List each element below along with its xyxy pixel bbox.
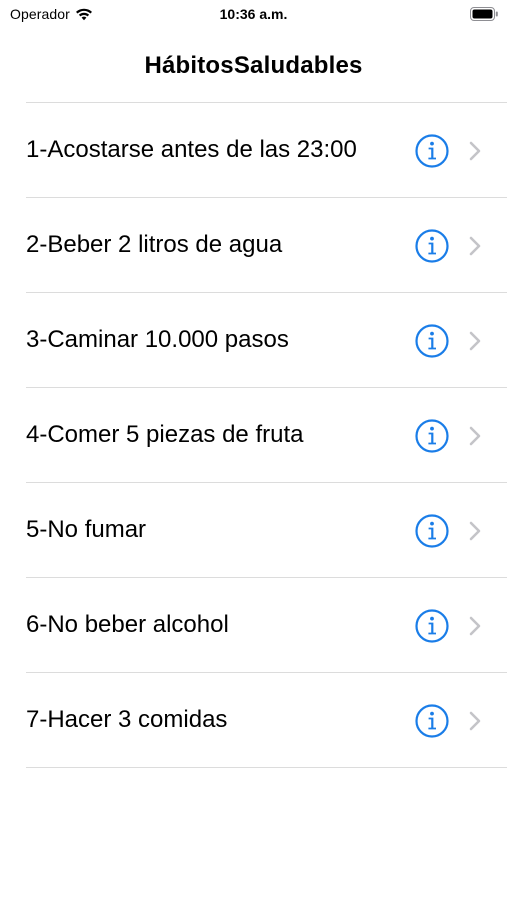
info-icon[interactable]: [415, 324, 449, 358]
info-icon[interactable]: [415, 419, 449, 453]
list-item[interactable]: 6-No beber alcohol: [26, 578, 507, 673]
chevron-right-icon: [468, 710, 482, 732]
status-time: 10:36 a.m.: [219, 6, 288, 22]
habits-list: 1-Acostarse antes de las 23:00 2-Beber 2 …: [26, 102, 507, 768]
info-icon[interactable]: [415, 704, 449, 738]
page-title: HábitosSaludables: [144, 52, 363, 79]
chevron-right-icon: [468, 425, 482, 447]
list-item[interactable]: 4-Comer 5 piezas de fruta: [26, 388, 507, 483]
list-item[interactable]: 3-Caminar 10.000 pasos: [26, 293, 507, 388]
chevron-right-icon: [468, 615, 482, 637]
list-item[interactable]: 2-Beber 2 litros de agua: [26, 198, 507, 293]
list-item[interactable]: 1-Acostarse antes de las 23:00: [26, 103, 507, 198]
info-icon[interactable]: [415, 229, 449, 263]
info-icon[interactable]: [415, 514, 449, 548]
info-icon[interactable]: [415, 134, 449, 168]
chevron-right-icon: [468, 140, 482, 162]
battery-icon: [470, 7, 499, 21]
chevron-right-icon: [468, 520, 482, 542]
list-item[interactable]: 7-Hacer 3 comidas: [26, 673, 507, 768]
status-bar: Operador 10:36 a.m.: [0, 0, 507, 30]
chevron-right-icon: [468, 235, 482, 257]
list-item[interactable]: 5-No fumar: [26, 483, 507, 578]
chevron-right-icon: [468, 330, 482, 352]
info-icon[interactable]: [415, 609, 449, 643]
